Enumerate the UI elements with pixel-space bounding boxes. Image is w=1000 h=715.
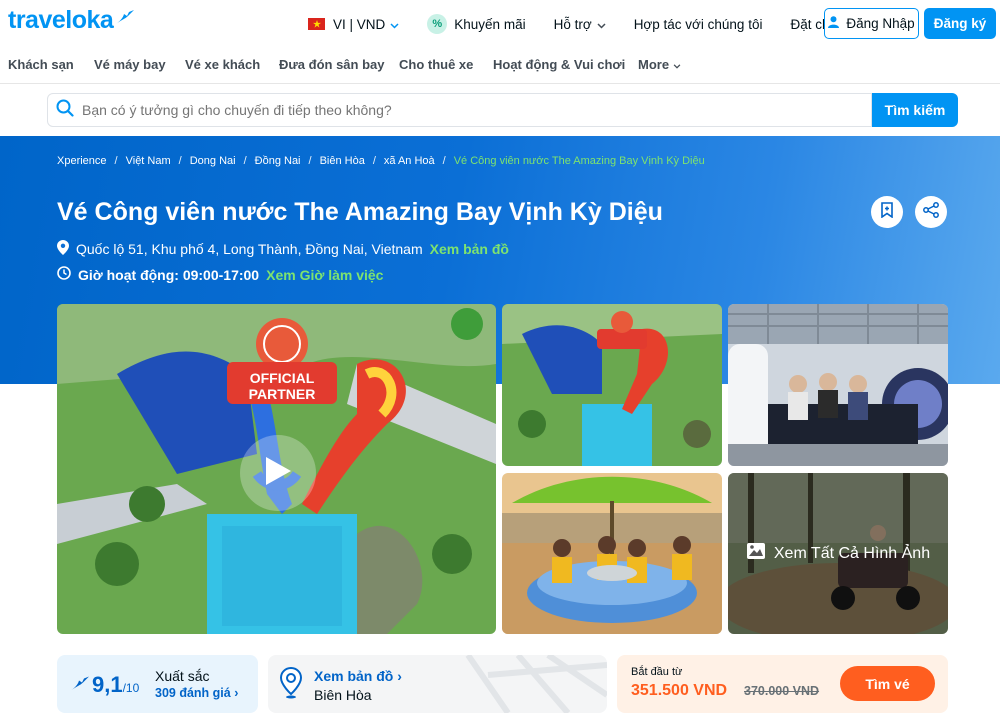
gallery-photo[interactable] xyxy=(728,304,948,466)
rating-score: 9,1/10 xyxy=(92,672,140,697)
search-input[interactable] xyxy=(82,102,842,118)
location-city: Biên Hòa xyxy=(314,687,372,703)
view-map-link[interactable]: Xem bản đồ xyxy=(430,241,509,257)
view-map-link[interactable]: Xem bản đồ › xyxy=(314,668,402,684)
view-hours-link[interactable]: Xem Giờ làm việc xyxy=(266,267,383,283)
language-currency-selector[interactable]: VI | VND xyxy=(308,17,399,32)
gallery-photo[interactable] xyxy=(502,304,722,466)
nav-item-activities[interactable]: Hoạt động & Vui chơi xyxy=(493,57,625,72)
search-button[interactable]: Tìm kiếm xyxy=(872,93,958,127)
top-header: traveloka VI | VND % Khuyến mãi Hỗ trợ H… xyxy=(0,0,1000,46)
rating-card[interactable]: 9,1/10 Xuất sắc 309 đánh giá › xyxy=(57,655,258,713)
register-button[interactable]: Đăng ký xyxy=(924,8,996,39)
chevron-right-icon: › xyxy=(397,668,402,684)
search-icon xyxy=(48,99,82,122)
nav-item-airport-transfer[interactable]: Đưa đón sân bay xyxy=(279,57,385,72)
address-row: Quốc lộ 51, Khu phố 4, Long Thành, Đồng … xyxy=(57,240,509,258)
promo-link[interactable]: % Khuyến mãi xyxy=(427,14,526,34)
bird-icon xyxy=(115,4,135,33)
price-card: Bắt đầu từ 351.500 VND 370.000 VND Tìm v… xyxy=(617,655,948,713)
rating-label: Xuất sắc xyxy=(155,668,210,684)
nav-item-more[interactable]: More xyxy=(638,57,681,72)
nav-item-car-rental[interactable]: Cho thuê xe xyxy=(399,57,473,72)
official-sign-line2: PARTNER xyxy=(249,386,316,402)
breadcrumb-item[interactable]: Biên Hòa xyxy=(320,155,365,167)
main-nav: Khách sạn Vé máy bay Vé xe khách Đưa đón… xyxy=(0,46,1000,84)
search-box xyxy=(47,93,872,127)
play-icon xyxy=(263,455,293,492)
clock-icon xyxy=(57,266,78,283)
nav-item-flights[interactable]: Vé máy bay xyxy=(94,57,166,72)
share-icon xyxy=(923,201,939,223)
location-pin-icon xyxy=(57,240,76,258)
percent-icon: % xyxy=(427,14,448,34)
top-links: VI | VND % Khuyến mãi Hỗ trợ Hợp tác với… xyxy=(308,14,909,34)
image-icon xyxy=(746,542,774,565)
traveloka-bird-icon xyxy=(70,676,90,698)
traveloka-logo[interactable]: traveloka xyxy=(8,6,135,35)
see-all-label: Xem Tất Cả Hình Ảnh xyxy=(773,544,931,562)
breadcrumb-item[interactable]: xã An Hoà xyxy=(384,155,435,167)
hours-row: Giờ hoạt động: 09:00-17:00 Xem Giờ làm v… xyxy=(57,266,383,283)
chevron-right-icon: › xyxy=(234,686,239,700)
breadcrumb-item[interactable]: Xperience xyxy=(57,155,107,167)
current-price: 351.500 VND xyxy=(631,682,728,699)
review-count-link[interactable]: 309 đánh giá › xyxy=(155,686,238,700)
vietnam-flag-icon xyxy=(308,18,325,30)
map-card[interactable]: Xem bản đồ › Biên Hòa xyxy=(268,655,607,713)
address-text: Quốc lộ 51, Khu phố 4, Long Thành, Đồng … xyxy=(76,241,423,257)
nav-item-bus[interactable]: Vé xe khách xyxy=(185,57,260,72)
play-video-button[interactable] xyxy=(240,435,316,511)
find-tickets-button[interactable]: Tìm vé xyxy=(840,666,935,701)
opening-hours-text: Giờ hoạt động: 09:00-17:00 xyxy=(78,266,260,283)
gallery-photo[interactable] xyxy=(502,473,722,634)
partner-link[interactable]: Hợp tác với chúng tôi xyxy=(634,17,763,32)
breadcrumb-item[interactable]: Dong Nai xyxy=(190,155,236,167)
user-icon xyxy=(828,16,846,31)
breadcrumb: Xperience / Việt Nam / Dong Nai / Đồng Nai /… xyxy=(57,155,705,167)
login-button[interactable]: Đăng Nhập xyxy=(824,8,919,39)
official-sign-line1: OFFICIAL xyxy=(250,370,315,386)
share-button[interactable] xyxy=(915,196,947,228)
map-pin-icon xyxy=(279,666,303,704)
breadcrumb-current: Vé Công viên nước The Amazing Bay Vịnh K… xyxy=(453,155,705,167)
see-all-photos-button[interactable]: Xem Tất Cả Hình Ảnh xyxy=(728,473,948,634)
support-menu[interactable]: Hỗ trợ xyxy=(554,17,606,32)
breadcrumb-item[interactable]: Đồng Nai xyxy=(255,155,301,167)
nav-item-hotels[interactable]: Khách sạn xyxy=(8,57,74,72)
page-title: Vé Công viên nước The Amazing Bay Vịnh K… xyxy=(57,198,663,226)
chevron-down-icon xyxy=(390,17,399,32)
original-price: 370.000 VND xyxy=(744,684,820,698)
chevron-down-icon xyxy=(597,17,606,32)
bookmark-icon xyxy=(880,201,894,223)
breadcrumb-item[interactable]: Việt Nam xyxy=(126,155,171,167)
save-button[interactable] xyxy=(871,196,903,228)
chevron-down-icon xyxy=(673,57,681,72)
price-from-label: Bắt đầu từ xyxy=(631,666,683,678)
